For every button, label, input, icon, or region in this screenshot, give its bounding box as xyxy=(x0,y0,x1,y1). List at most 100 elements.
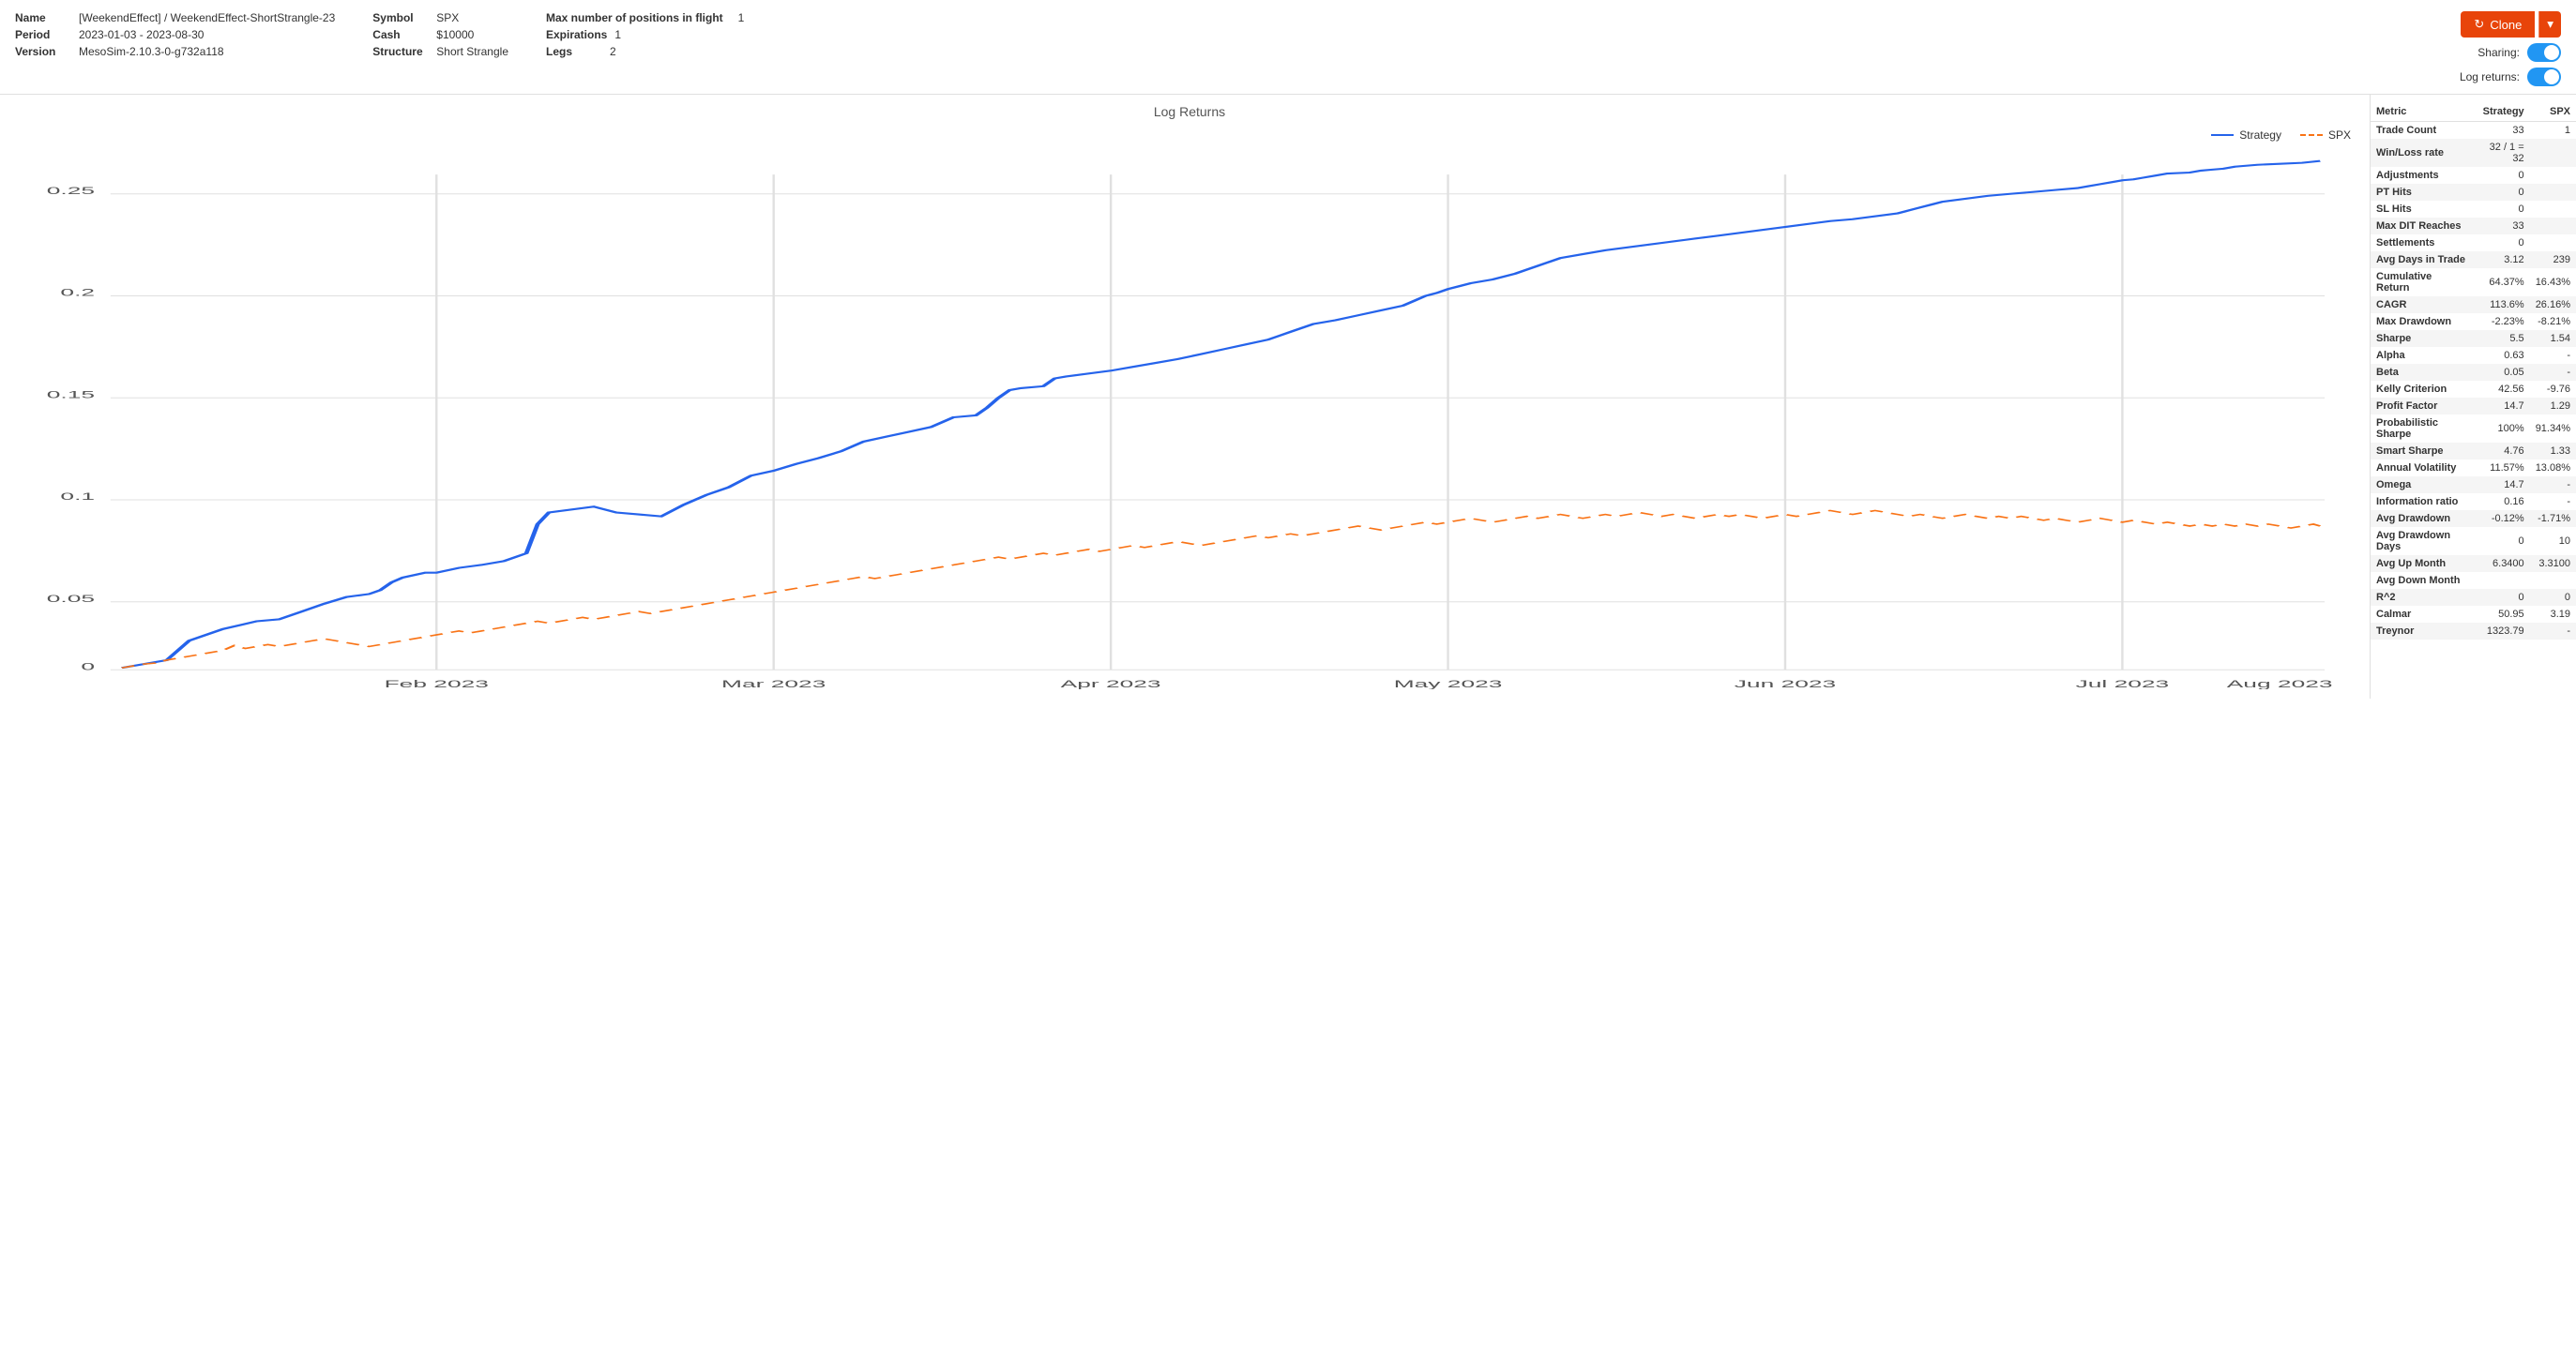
structure-value: Short Strangle xyxy=(436,45,508,58)
symbol-row: Symbol SPX xyxy=(372,11,508,24)
strategy-value: 0 xyxy=(2472,167,2530,184)
svg-text:0.25: 0.25 xyxy=(47,185,95,196)
table-row: Treynor 1323.79 - xyxy=(2371,623,2576,640)
strategy-value: 0 xyxy=(2472,201,2530,218)
spx-col-header: SPX xyxy=(2530,102,2576,122)
spx-value: - xyxy=(2530,493,2576,510)
strategy-value: 0 xyxy=(2472,234,2530,251)
name-label: Name xyxy=(15,11,71,24)
legs-label: Legs xyxy=(546,45,602,58)
cash-value: $10000 xyxy=(436,28,474,41)
symbol-label: Symbol xyxy=(372,11,429,24)
cash-row: Cash $10000 xyxy=(372,28,508,41)
meta-group-left: Name [WeekendEffect] / WeekendEffect-Sho… xyxy=(15,11,335,58)
table-row: Max DIT Reaches 33 xyxy=(2371,218,2576,234)
symbol-value: SPX xyxy=(436,11,459,24)
metric-label: Sharpe xyxy=(2371,330,2472,347)
table-row: Alpha 0.63 - xyxy=(2371,347,2576,364)
metric-label: Information ratio xyxy=(2371,493,2472,510)
page-header: Name [WeekendEffect] / WeekendEffect-Sho… xyxy=(0,0,2576,95)
spx-value: - xyxy=(2530,347,2576,364)
spx-value xyxy=(2530,139,2576,167)
spx-value: 91.34% xyxy=(2530,414,2576,443)
metric-label: Alpha xyxy=(2371,347,2472,364)
svg-text:0.05: 0.05 xyxy=(47,593,95,604)
table-row: Avg Up Month 6.3400 3.3100 xyxy=(2371,555,2576,572)
strategy-value: 4.76 xyxy=(2472,443,2530,460)
period-row: Period 2023-01-03 - 2023-08-30 xyxy=(15,28,335,41)
metric-label: Beta xyxy=(2371,364,2472,381)
spx-value: 1.33 xyxy=(2530,443,2576,460)
metric-label: Calmar xyxy=(2371,606,2472,623)
metric-label: Settlements xyxy=(2371,234,2472,251)
chart-svg: 0.25 0.2 0.15 0.1 0.05 0 xyxy=(9,145,2370,689)
strategy-value: 64.37% xyxy=(2472,268,2530,296)
metric-label: Smart Sharpe xyxy=(2371,443,2472,460)
table-row: PT Hits 0 xyxy=(2371,184,2576,201)
clone-dropdown-button[interactable]: ▾ xyxy=(2538,11,2561,38)
metric-label: SL Hits xyxy=(2371,201,2472,218)
table-row: Information ratio 0.16 - xyxy=(2371,493,2576,510)
strategy-value: 0.16 xyxy=(2472,493,2530,510)
strategy-col-header: Strategy xyxy=(2472,102,2530,122)
chart-area: Log Returns Strategy SPX 0.25 0.2 0.15 0… xyxy=(0,95,2370,699)
table-row: Cumulative Return 64.37% 16.43% xyxy=(2371,268,2576,296)
spx-line-icon xyxy=(2300,134,2323,136)
table-row: Avg Drawdown Days 0 10 xyxy=(2371,527,2576,555)
sharing-toggle[interactable] xyxy=(2527,43,2561,62)
spx-value: 3.19 xyxy=(2530,606,2576,623)
strategy-value: 14.7 xyxy=(2472,398,2530,414)
sharing-row: Sharing: xyxy=(2478,43,2561,62)
strategy-value: 0.63 xyxy=(2472,347,2530,364)
table-row: Smart Sharpe 4.76 1.33 xyxy=(2371,443,2576,460)
structure-row: Structure Short Strangle xyxy=(372,45,508,58)
metric-label: Treynor xyxy=(2371,623,2472,640)
strategy-value: 14.7 xyxy=(2472,476,2530,493)
legs-row: Legs 2 xyxy=(546,45,744,58)
metric-label: Annual Volatility xyxy=(2371,460,2472,476)
log-returns-toggle[interactable] xyxy=(2527,68,2561,86)
period-label: Period xyxy=(15,28,71,41)
spx-value: 1 xyxy=(2530,122,2576,140)
table-row: Probabilistic Sharpe 100% 91.34% xyxy=(2371,414,2576,443)
clone-button[interactable]: ↻ Clone xyxy=(2461,11,2535,38)
spx-value xyxy=(2530,572,2576,589)
metric-col-header: Metric xyxy=(2371,102,2472,122)
strategy-value: 33 xyxy=(2472,122,2530,140)
name-row: Name [WeekendEffect] / WeekendEffect-Sho… xyxy=(15,11,335,24)
svg-text:Jul 2023: Jul 2023 xyxy=(2076,678,2170,689)
spx-value xyxy=(2530,167,2576,184)
metric-label: Omega xyxy=(2371,476,2472,493)
spx-value: -9.76 xyxy=(2530,381,2576,398)
version-row: Version MesoSim-2.10.3-0-g732a118 xyxy=(15,45,335,58)
strategy-value: 6.3400 xyxy=(2472,555,2530,572)
spx-value: 239 xyxy=(2530,251,2576,268)
spx-value: - xyxy=(2530,364,2576,381)
expirations-label: Expirations xyxy=(546,28,607,41)
legend-strategy-label: Strategy xyxy=(2239,128,2281,142)
metric-label: Max DIT Reaches xyxy=(2371,218,2472,234)
strategy-value: 5.5 xyxy=(2472,330,2530,347)
table-row: SL Hits 0 xyxy=(2371,201,2576,218)
metric-label: Adjustments xyxy=(2371,167,2472,184)
table-row: Avg Days in Trade 3.12 239 xyxy=(2371,251,2576,268)
metric-label: Max Drawdown xyxy=(2371,313,2472,330)
strategy-value: 0.05 xyxy=(2472,364,2530,381)
table-row: Omega 14.7 - xyxy=(2371,476,2576,493)
spx-value: 10 xyxy=(2530,527,2576,555)
table-row: Annual Volatility 11.57% 13.08% xyxy=(2371,460,2576,476)
metrics-table: Metric Strategy SPX Trade Count 33 1 Win… xyxy=(2371,102,2576,640)
strategy-value: 42.56 xyxy=(2472,381,2530,398)
metric-label: Profit Factor xyxy=(2371,398,2472,414)
metric-label: Avg Down Month xyxy=(2371,572,2472,589)
legend-strategy: Strategy xyxy=(2211,128,2281,142)
legend-spx: SPX xyxy=(2300,128,2351,142)
metric-label: Probabilistic Sharpe xyxy=(2371,414,2472,443)
strategy-value: 113.6% xyxy=(2472,296,2530,313)
version-label: Version xyxy=(15,45,71,58)
clone-row: ↻ Clone ▾ xyxy=(2461,11,2561,38)
strategy-value: 50.95 xyxy=(2472,606,2530,623)
expirations-row: Expirations 1 xyxy=(546,28,744,41)
spx-value: -1.71% xyxy=(2530,510,2576,527)
max-positions-label: Max number of positions in flight xyxy=(546,11,723,24)
